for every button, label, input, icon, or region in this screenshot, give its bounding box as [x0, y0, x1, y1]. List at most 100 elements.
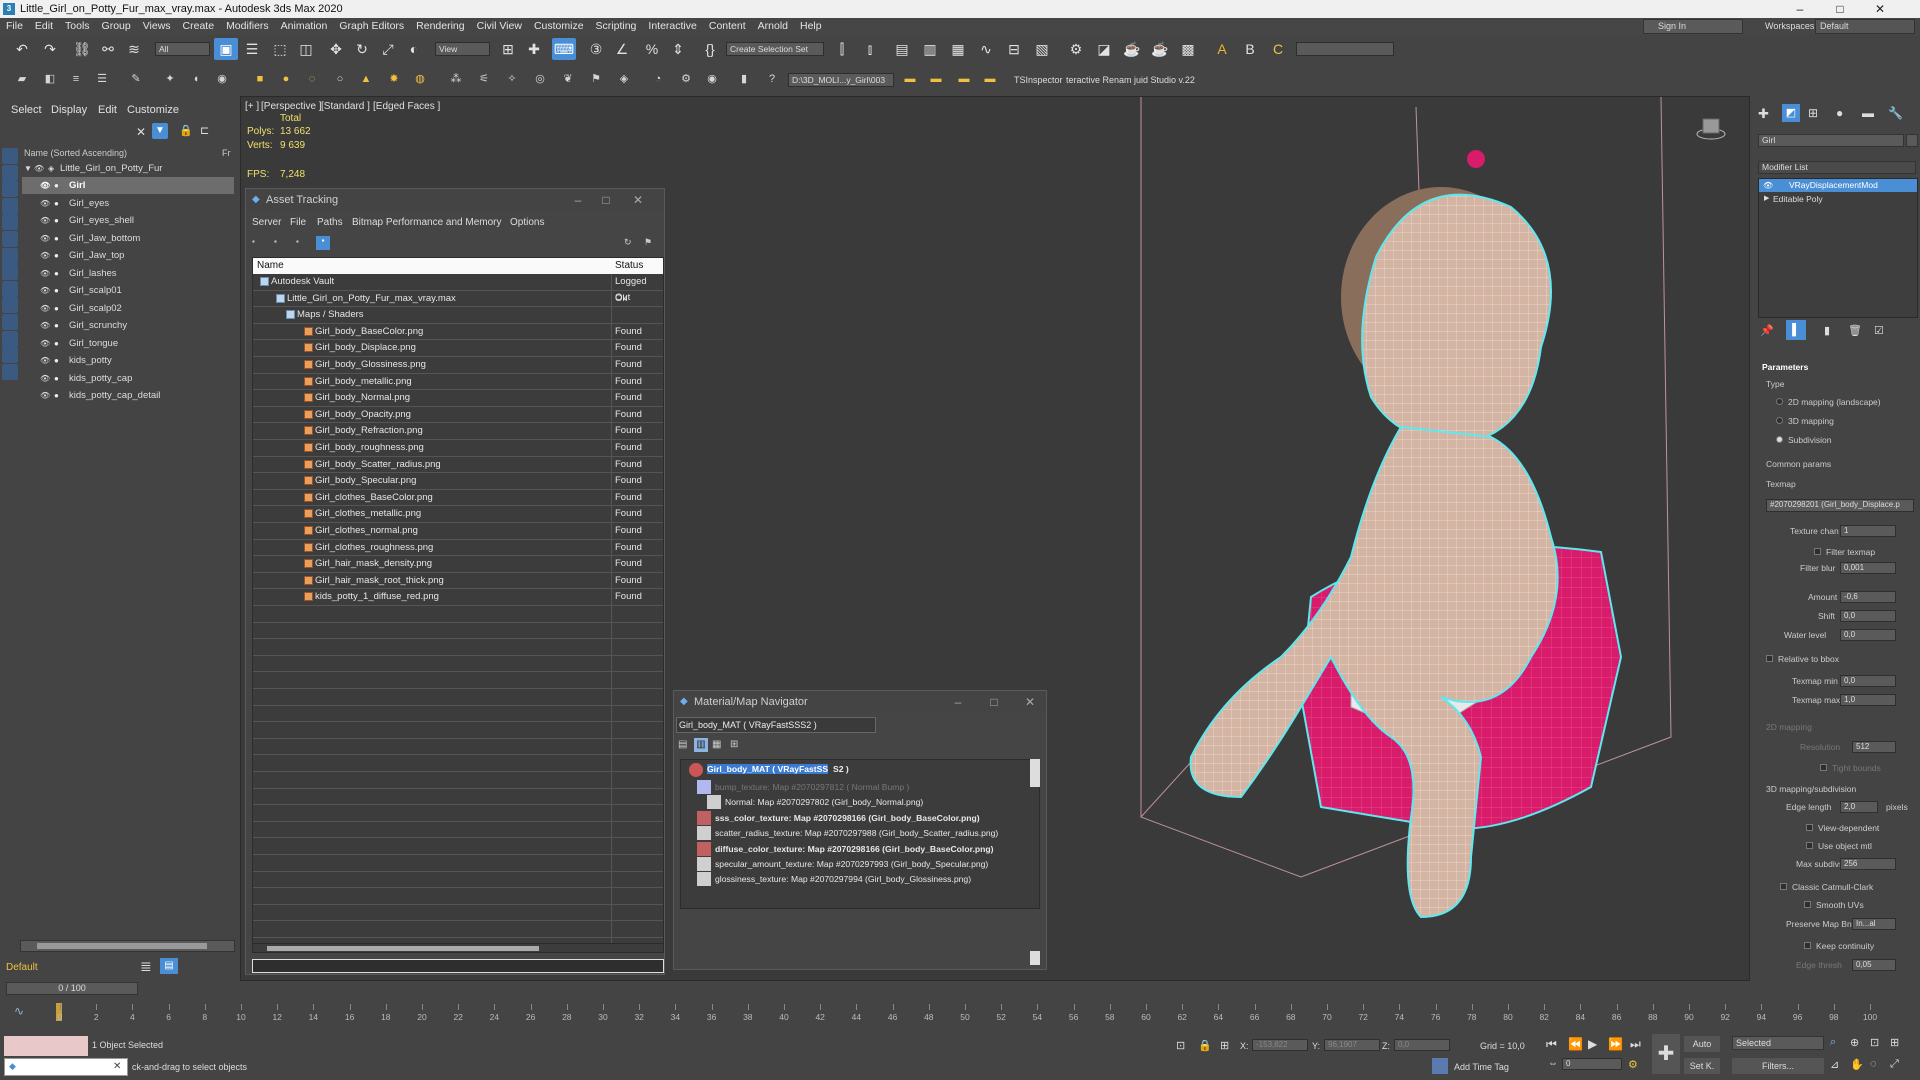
bulb-icon[interactable]: ◌	[302, 70, 322, 88]
map-row[interactable]: diffuse_color_texture: Map #2070298166 (…	[715, 844, 993, 854]
snaps-toggle-icon[interactable]: ③	[584, 38, 608, 60]
dome-light-icon[interactable]: ○	[330, 70, 350, 88]
visibility-eye-icon[interactable]: 👁	[40, 387, 50, 404]
move-icon[interactable]: ✥	[324, 38, 348, 60]
mn-minimize-button[interactable]: –	[944, 691, 972, 713]
display-lights-icon[interactable]	[2, 197, 18, 214]
asset-path-field[interactable]	[252, 959, 664, 973]
z-coordinate-field[interactable]: 0,0	[1394, 1039, 1450, 1051]
display-tab-icon[interactable]: ▬	[1862, 106, 1874, 120]
y-coordinate-field[interactable]: 96,1907	[1324, 1039, 1380, 1051]
asset-menu-options[interactable]: Options	[510, 217, 544, 228]
angle-snap-icon[interactable]: ∠	[610, 38, 634, 60]
visibility-eye-icon[interactable]: 👁	[34, 160, 44, 177]
menu-create[interactable]: Create	[177, 18, 221, 35]
add-time-tag-label[interactable]: Add Time Tag	[1454, 1062, 1509, 1072]
asset-help-icon[interactable]: ⚑	[644, 237, 652, 248]
modify-tab-icon[interactable]: ◩	[1782, 104, 1800, 122]
menu-tools[interactable]: Tools	[59, 18, 96, 35]
window-crossing-icon[interactable]: ◫	[294, 38, 318, 60]
asset-row[interactable]: Girl_clothes_roughness.png Found	[253, 540, 663, 557]
isolate-selection-icon[interactable]: ⊡	[1176, 1039, 1185, 1052]
auto-key-button[interactable]: Auto	[1684, 1036, 1720, 1052]
asset-menu-bitmap-performance[interactable]: Bitmap Performance and Memory	[352, 217, 502, 228]
unlink-icon[interactable]: ⚯	[96, 38, 120, 60]
mn-view-list-icon[interactable]: ▤	[678, 739, 687, 750]
key-filters-button[interactable]: Filters...	[1732, 1058, 1824, 1074]
visibility-eye-icon[interactable]: 👁	[40, 352, 50, 369]
go-to-start-icon[interactable]: ⏮	[1546, 1037, 1557, 1052]
named-selection-dropdown[interactable]: Create Selection Set	[726, 42, 824, 56]
visibility-eye-icon[interactable]: 👁	[40, 177, 50, 194]
close-button[interactable]: ✕	[1860, 0, 1900, 18]
asset-view-icon-2[interactable]: ▪	[274, 237, 288, 249]
selection-filter-dropdown[interactable]: All	[155, 42, 210, 56]
display-xrefs-icon[interactable]	[2, 280, 18, 297]
time-tag-icon[interactable]	[1432, 1058, 1448, 1074]
resolution-spinner[interactable]: 512	[1852, 741, 1896, 753]
edge-length-spinner[interactable]: 2,0	[1840, 801, 1878, 813]
tab-display[interactable]: Display	[51, 104, 87, 116]
mn-scrollbar-bottom[interactable]	[1030, 951, 1040, 965]
mn-view-list-icons-icon[interactable]: ▥	[694, 738, 708, 752]
sun-icon[interactable]: ✸	[384, 70, 404, 88]
selection-set-dropdown[interactable]: Selected	[1732, 1036, 1824, 1050]
minimize-button[interactable]: –	[1780, 0, 1820, 18]
map-row[interactable]: glossiness_texture: Map #2070297994 (Gir…	[715, 874, 971, 884]
zoom-all-icon[interactable]: ⊕	[1850, 1036, 1859, 1049]
visibility-eye-icon[interactable]: 👁	[40, 300, 50, 317]
material-root-item[interactable]: Girl_body_MAT ( VRayFastSS	[707, 764, 829, 774]
menu-customize[interactable]: Customize	[528, 18, 590, 35]
next-frame-icon[interactable]: ⏩	[1608, 1037, 1623, 1051]
asset-row[interactable]: Girl_hair_mask_density.png Found	[253, 556, 663, 573]
mn-maximize-button[interactable]: □	[980, 691, 1008, 713]
visibility-eye-icon[interactable]: 👁	[40, 212, 50, 229]
toggle-ribbon-icon[interactable]: ▥	[918, 38, 942, 60]
time-slider[interactable]: 0 / 100	[6, 982, 138, 995]
smooth-uvs-checkbox[interactable]	[1804, 901, 1811, 908]
asset-view-icon-3[interactable]: ▪	[296, 237, 310, 249]
maxscript-input[interactable]: ◆ ✕	[4, 1058, 128, 1076]
material-editor-icon[interactable]: ▧	[1030, 38, 1054, 60]
bind-spacewarp-icon[interactable]: ≋	[122, 38, 146, 60]
edit-named-selection-icon[interactable]: {}	[698, 38, 722, 60]
hierarchy-tab-icon[interactable]: ⊞	[1808, 106, 1818, 120]
use-object-mtl-checkbox[interactable]	[1806, 842, 1813, 849]
edit-poly-icon[interactable]: ▰	[12, 70, 32, 88]
select-object-icon[interactable]: ▣	[214, 38, 238, 60]
modifier-eye-icon[interactable]: 👁	[1763, 181, 1773, 190]
menu-civil-view[interactable]: Civil View	[471, 18, 528, 35]
make-unique-icon[interactable]: ▮	[1824, 324, 1830, 337]
render-setup-icon[interactable]: ⚙	[1064, 38, 1088, 60]
texture-chan-spinner[interactable]: 1	[1840, 525, 1896, 537]
remove-modifier-icon[interactable]: 🗑	[1848, 324, 1862, 337]
placement-icon[interactable]: ◐	[402, 38, 426, 60]
visibility-eye-icon[interactable]: 👁	[40, 265, 50, 282]
fur-icon[interactable]: ⁂	[446, 70, 466, 88]
asset-row[interactable]: Girl_body_roughness.png Found	[253, 440, 663, 457]
arnold-c-icon[interactable]: C	[1266, 38, 1290, 60]
layer-stack-icon[interactable]: ≣	[140, 958, 152, 975]
display-frozen-icon[interactable]	[2, 330, 18, 347]
scene-item-girl[interactable]: 👁 ● Girl	[22, 177, 234, 194]
shader-ball-icon[interactable]: ◔	[648, 70, 668, 88]
object-name-field[interactable]: Girl	[1758, 134, 1904, 147]
footstep-icon[interactable]: ◖	[186, 70, 206, 88]
filter-blur-spinner[interactable]: 0,001	[1840, 562, 1896, 574]
scene-item-girl-jaw-bottom[interactable]: 👁 ● Girl_Jaw_bottom	[22, 230, 234, 247]
texmap-max-spinner[interactable]: 1,0	[1840, 694, 1896, 706]
asset-row[interactable]: Girl_clothes_BaseColor.png Found	[253, 490, 663, 507]
maximize-button[interactable]: □	[1820, 0, 1860, 18]
redo-icon[interactable]: ↷	[38, 38, 62, 60]
tight-bounds-checkbox[interactable]	[1820, 764, 1827, 771]
workspace-dropdown[interactable]: Default	[1815, 19, 1915, 34]
x-coordinate-field[interactable]: -153,822	[1252, 1039, 1308, 1051]
mn-view-small-icons-icon[interactable]: ▦	[712, 739, 721, 750]
display-none-icon[interactable]	[2, 380, 18, 397]
asset-col-name[interactable]: Name	[257, 258, 284, 274]
selection-lock-icon[interactable]: 🔒	[1198, 1039, 1212, 1052]
tsinspector-button[interactable]: TSInspector	[1014, 75, 1063, 85]
texmap-button[interactable]: #2070298201 (Girl_body_Displace.p	[1766, 499, 1914, 512]
ies-light-icon[interactable]: ◍	[410, 70, 430, 88]
layer-icon[interactable]: ◧	[40, 70, 60, 88]
